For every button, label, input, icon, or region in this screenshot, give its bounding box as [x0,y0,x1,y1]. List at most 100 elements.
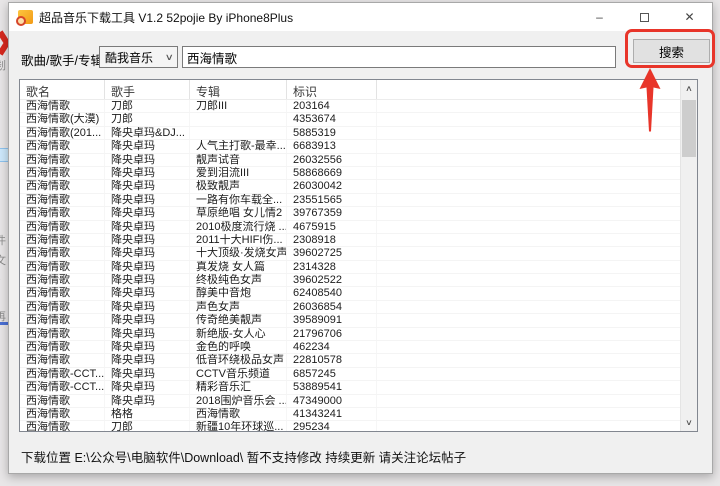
table-cell: 新绝版-女人心 [190,328,287,340]
minimize-icon: – [596,10,603,24]
table-cell [377,154,680,166]
column-header-song[interactable]: 歌名 [20,80,105,99]
table-cell: 21796706 [287,328,377,340]
table-cell: 人气主打歌-最幸... [190,140,287,152]
table-cell: 金色的呼唤 [190,341,287,353]
table-row[interactable]: 西海情歌降央卓玛一路有你车载全...23551565 [20,194,680,207]
table-cell: 格格 [105,408,190,420]
table-cell: 终极纯色女声 [190,274,287,286]
table-row[interactable]: 西海情歌降央卓玛人气主打歌-最幸...6683913 [20,140,680,153]
table-row[interactable]: 西海情歌降央卓玛2018围炉音乐会 ...47349000 [20,395,680,408]
table-row[interactable]: 西海情歌降央卓玛极致靓声26030042 [20,180,680,193]
table-cell: 降央卓玛 [105,221,190,233]
table-row[interactable]: 西海情歌-CCT...降央卓玛CCTV音乐频道6857245 [20,368,680,381]
results-table: 歌名 歌手 专辑 标识 西海情歌刀郎刀郎III203164西海情歌(大漠)刀郎4… [20,80,680,431]
table-row[interactable]: 西海情歌降央卓玛终极纯色女声39602522 [20,274,680,287]
scroll-up-icon: ∧ [685,84,693,93]
table-row[interactable]: 西海情歌降央卓玛2010极度流行烧 ...4675915 [20,221,680,234]
minimize-button[interactable]: – [577,3,622,31]
maximize-button[interactable] [622,3,667,31]
column-header-album[interactable]: 专辑 [190,80,287,99]
table-cell [377,274,680,286]
table-body: 西海情歌刀郎刀郎III203164西海情歌(大漠)刀郎4353674西海情歌(2… [20,100,680,431]
table-cell: 39767359 [287,207,377,219]
table-cell [377,314,680,326]
search-input[interactable] [182,46,616,68]
close-button[interactable]: ✕ [667,3,712,31]
table-cell: 声色女声 [190,301,287,313]
table-cell: 新疆10年环球巡... [190,421,287,431]
table-cell: 203164 [287,100,377,112]
table-row[interactable]: 西海情歌降央卓玛爱到泪流III58868669 [20,167,680,180]
table-row[interactable]: 西海情歌刀郎新疆10年环球巡...295234 [20,421,680,431]
column-header-id[interactable]: 标识 [287,80,377,99]
close-icon: ✕ [684,10,694,24]
table-row[interactable]: 西海情歌降央卓玛低音环绕极品女声22810578 [20,354,680,367]
table-cell [190,127,287,139]
table-cell: 西海情歌 [20,354,105,366]
table-cell: 2314328 [287,261,377,273]
results-listview: 歌名 歌手 专辑 标识 西海情歌刀郎刀郎III203164西海情歌(大漠)刀郎4… [19,79,698,432]
app-window: 超品音乐下载工具 V1.2 52pojie By iPhone8Plus – ✕… [8,2,713,474]
table-cell: 刀郎 [105,100,190,112]
table-cell [377,368,680,380]
scroll-down-button[interactable]: ∨ [681,414,697,431]
table-cell: 西海情歌 [20,154,105,166]
background-selection-fragment [0,148,8,162]
column-header-artist[interactable]: 歌手 [105,80,190,99]
table-cell: 2308918 [287,234,377,246]
music-source-value: 酷我音乐 [105,49,153,66]
table-cell: 西海情歌 [20,301,105,313]
table-row[interactable]: 西海情歌降央卓玛2011十大HIFI伤...2308918 [20,234,680,247]
table-cell: 26036854 [287,301,377,313]
table-cell: 西海情歌 [20,421,105,431]
table-cell: 23551565 [287,194,377,206]
table-row[interactable]: 西海情歌(大漠)刀郎4353674 [20,113,680,126]
table-cell: 降央卓玛&DJ... [105,127,190,139]
table-row[interactable]: 西海情歌格格西海情歌41343241 [20,408,680,421]
table-cell: 西海情歌 [20,234,105,246]
table-cell: 西海情歌 [20,221,105,233]
table-cell: 草原绝唱 女儿情2 [190,207,287,219]
vertical-scrollbar[interactable]: ∧ ∨ [680,80,697,431]
desktop: 刬件文..再 超品音乐下载工具 V1.2 52pojie By iPhone8P… [0,0,720,486]
table-cell [377,421,680,431]
table-cell: 西海情歌 [20,314,105,326]
table-row[interactable]: 西海情歌降央卓玛新绝版-女人心21796706 [20,328,680,341]
table-cell: 西海情歌 [20,167,105,179]
table-cell [377,341,680,353]
scroll-down-icon: ∨ [685,418,693,427]
music-source-select[interactable]: 酷我音乐 ∨ [99,46,178,68]
table-cell: 极致靓声 [190,180,287,192]
table-row[interactable]: 西海情歌降央卓玛靓声试音26032556 [20,154,680,167]
table-cell: 西海情歌 [20,341,105,353]
window-title: 超品音乐下载工具 V1.2 52pojie By iPhone8Plus [39,9,293,26]
table-cell: 西海情歌 [20,261,105,273]
scroll-up-button[interactable]: ∧ [679,80,698,97]
table-cell: 4353674 [287,113,377,125]
table-row[interactable]: 西海情歌降央卓玛真发烧 女人篇2314328 [20,261,680,274]
table-row[interactable]: 西海情歌降央卓玛醇美中音炮62408540 [20,287,680,300]
table-cell: 醇美中音炮 [190,287,287,299]
table-cell [377,167,680,179]
table-row[interactable]: 西海情歌降央卓玛草原绝唱 女儿情239767359 [20,207,680,220]
table-row[interactable]: 西海情歌(201...降央卓玛&DJ...5885319 [20,127,680,140]
table-cell: CCTV音乐频道 [190,368,287,380]
table-cell: 降央卓玛 [105,301,190,313]
table-cell: 降央卓玛 [105,354,190,366]
table-cell: 降央卓玛 [105,328,190,340]
table-row[interactable]: 西海情歌刀郎刀郎III203164 [20,100,680,113]
table-row[interactable]: 西海情歌-CCT...降央卓玛精彩音乐汇53889541 [20,381,680,394]
table-cell: 十大顶级·发烧女声 [190,247,287,259]
table-row[interactable]: 西海情歌降央卓玛传奇绝美靓声39589091 [20,314,680,327]
scrollbar-thumb[interactable] [682,100,696,157]
table-row[interactable]: 西海情歌降央卓玛金色的呼唤462234 [20,341,680,354]
table-cell: 58868669 [287,167,377,179]
table-cell: 西海情歌(大漠) [20,113,105,125]
search-button[interactable]: 搜索 [633,39,710,63]
table-cell: 降央卓玛 [105,314,190,326]
table-cell: 西海情歌-CCT... [20,368,105,380]
table-row[interactable]: 西海情歌降央卓玛声色女声26036854 [20,301,680,314]
table-cell: 西海情歌 [20,328,105,340]
table-row[interactable]: 西海情歌降央卓玛十大顶级·发烧女声39602725 [20,247,680,260]
